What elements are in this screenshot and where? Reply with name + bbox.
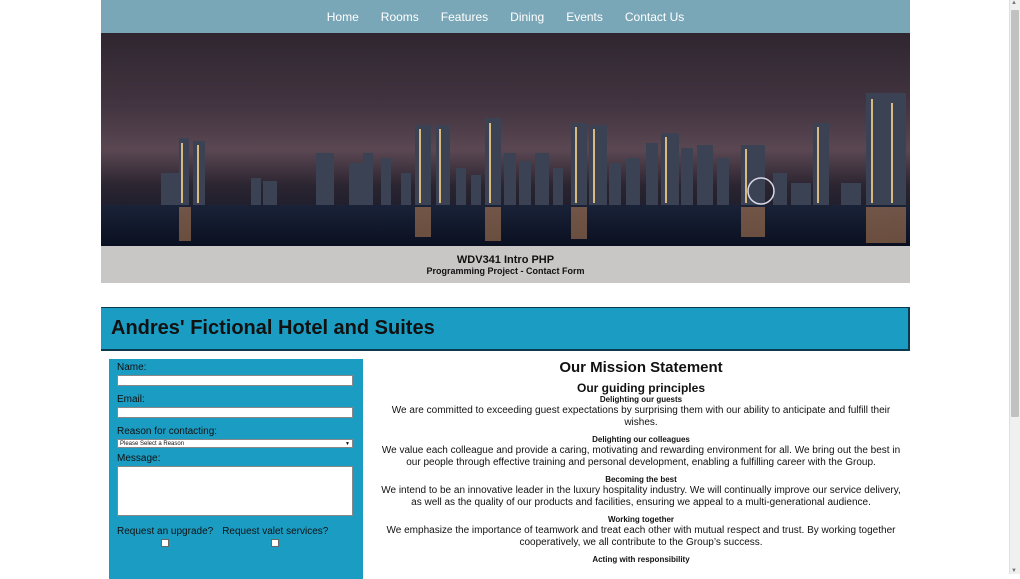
valet-option: Request valet services? <box>222 526 328 547</box>
message-label: Message: <box>117 453 161 464</box>
reason-selected-value: Please Select a Reason <box>120 441 185 447</box>
name-label: Name: <box>117 362 147 373</box>
email-field[interactable] <box>117 407 353 418</box>
mission-title: Our Mission Statement <box>559 359 723 376</box>
principle-heading: Delighting our colleagues <box>592 435 690 444</box>
skyline-illustration <box>101 93 910 246</box>
principle-text: We value each colleague and provide a ca… <box>381 445 901 468</box>
hero-image-city-skyline <box>101 33 910 246</box>
caption-title: WDV341 Intro PHP <box>456 254 555 266</box>
top-nav: Home Rooms Features Dining Events Contac… <box>101 0 910 33</box>
nav-home[interactable]: Home <box>316 10 370 24</box>
chevron-down-icon: ▼ <box>345 441 350 447</box>
upgrade-checkbox[interactable] <box>161 539 170 547</box>
scrollbar-thumb[interactable] <box>1011 10 1019 417</box>
reason-select[interactable]: Please Select a Reason ▼ <box>117 439 353 448</box>
principle-heading: Delighting our guests <box>599 395 683 404</box>
nav-rooms[interactable]: Rooms <box>370 10 430 24</box>
hotel-banner: Andres' Fictional Hotel and Suites <box>101 307 910 351</box>
nav-events[interactable]: Events <box>555 10 614 24</box>
nav-contact-us[interactable]: Contact Us <box>614 10 695 24</box>
name-field[interactable] <box>117 375 353 386</box>
principle-text: We emphasize the importance of teamwork … <box>386 525 896 548</box>
scroll-up-icon[interactable]: ▲ <box>1011 0 1017 6</box>
principle-text: We are committed to exceeding guest expe… <box>391 405 891 428</box>
request-options: Request an upgrade? Request valet servic… <box>117 526 355 547</box>
page-scrollbar[interactable]: ▲ ▼ <box>1009 0 1020 574</box>
upgrade-option: Request an upgrade? <box>117 526 213 547</box>
caption-subtitle: Programming Project - Contact Form <box>426 266 585 276</box>
page: Home Rooms Features Dining Events Contac… <box>101 0 910 579</box>
nav-dining[interactable]: Dining <box>499 10 555 24</box>
mission-subtitle: Our guiding principles <box>576 381 705 395</box>
upgrade-label: Request an upgrade? <box>117 526 214 537</box>
mission-statement: Our Mission Statement Our guiding princi… <box>376 359 906 565</box>
principle-heading: Acting with responsibility <box>592 555 690 564</box>
contact-form: Name: Email: Reason for contacting: Plea… <box>109 359 363 579</box>
scroll-down-icon[interactable]: ▼ <box>1011 568 1017 574</box>
principle-heading: Working together <box>607 515 675 524</box>
email-label: Email: <box>117 394 145 405</box>
principle-heading: Becoming the best <box>605 475 677 484</box>
page-title: Andres' Fictional Hotel and Suites <box>111 317 435 339</box>
message-field[interactable] <box>117 466 353 516</box>
nav-features[interactable]: Features <box>430 10 499 24</box>
reason-label: Reason for contacting: <box>117 426 218 437</box>
principle-text: We intend to be an innovative leader in … <box>381 485 901 508</box>
valet-checkbox[interactable] <box>271 539 280 547</box>
valet-label: Request valet services? <box>222 526 329 537</box>
hero-caption: WDV341 Intro PHP Programming Project - C… <box>101 246 910 283</box>
